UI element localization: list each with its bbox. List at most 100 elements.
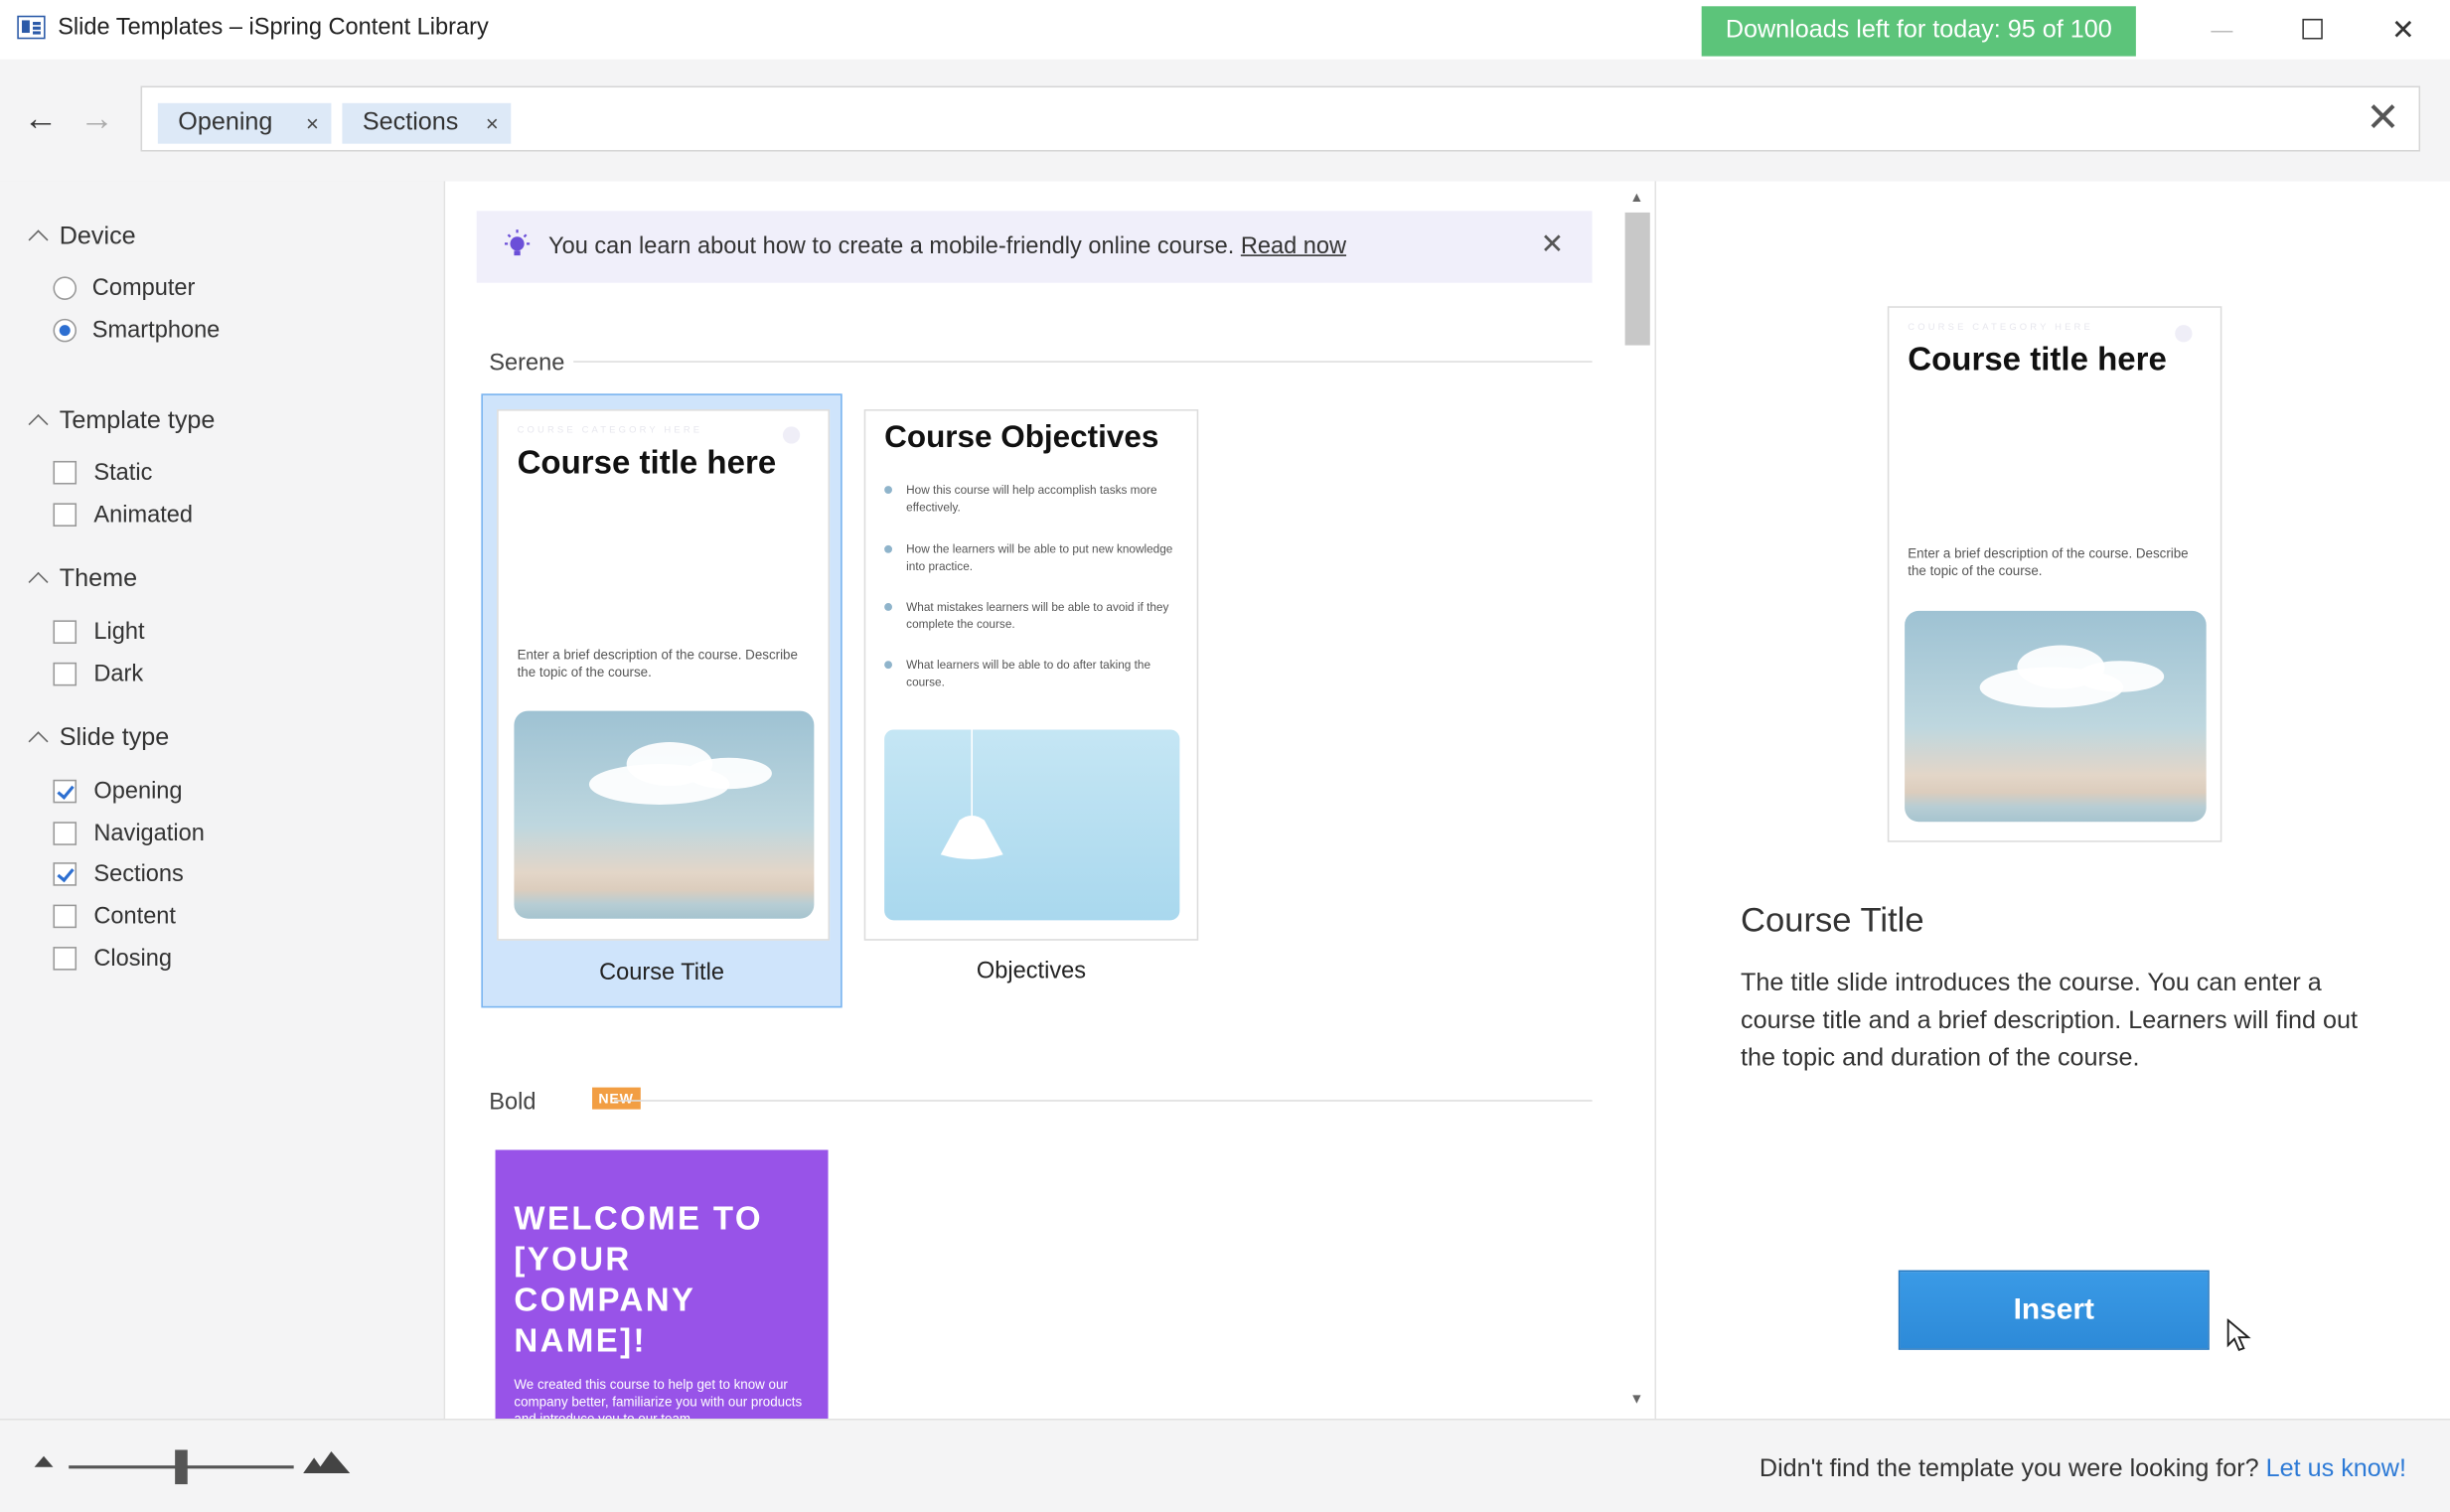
new-badge: NEW bbox=[592, 1087, 641, 1110]
info-banner: You can learn about how to create a mobi… bbox=[476, 211, 1593, 283]
checkbox-icon bbox=[53, 821, 77, 845]
option-label: Computer bbox=[91, 274, 196, 302]
minimize-icon: — bbox=[2211, 17, 2233, 43]
chevron-up-icon bbox=[28, 731, 49, 752]
thumb-bullet: How this course will help accomplish tas… bbox=[884, 481, 1181, 516]
mouse-cursor-icon bbox=[2226, 1318, 2251, 1351]
filter-section-template-type[interactable]: Template type bbox=[28, 407, 216, 435]
insert-label: Insert bbox=[2013, 1293, 2095, 1327]
preview-pane: COURSE CATEGORY HERE Course title here E… bbox=[1656, 181, 2450, 1420]
template-name: Objectives bbox=[976, 958, 1087, 984]
close-button[interactable]: ✕ bbox=[2368, 5, 2439, 55]
close-icon: ✕ bbox=[2390, 13, 2415, 45]
checkbox-static[interactable]: Static bbox=[53, 458, 152, 489]
radio-selected-icon bbox=[53, 318, 77, 342]
zoom-in-icon[interactable] bbox=[303, 1451, 351, 1474]
template-card-objectives[interactable]: Course Objectives How this course will h… bbox=[863, 393, 1199, 1007]
thumb-sky-image bbox=[514, 710, 815, 919]
let-us-know-link[interactable]: Let us know! bbox=[2266, 1456, 2406, 1483]
checkbox-closing[interactable]: Closing bbox=[53, 944, 172, 975]
checkbox-checked-icon bbox=[53, 779, 77, 803]
thumb-title: Course Objectives bbox=[884, 420, 1159, 455]
template-card-welcome[interactable]: WELCOME TO [YOUR COMPANY NAME]! We creat… bbox=[495, 1149, 829, 1420]
template-card-course-title[interactable]: COURSE CATEGORY HERE Course title here E… bbox=[481, 393, 842, 1008]
preview-description: The title slide introduces the course. Y… bbox=[1740, 970, 2359, 1072]
filter-section-slide-type[interactable]: Slide type bbox=[28, 725, 169, 753]
template-thumbnail: COURSE CATEGORY HERE Course title here E… bbox=[497, 409, 831, 941]
thumb-bullet: What mistakes learners will be able to a… bbox=[884, 598, 1181, 633]
checkbox-icon bbox=[53, 619, 77, 644]
thumb-bullet: How the learners will be able to put new… bbox=[884, 540, 1181, 575]
section-title: Template type bbox=[59, 407, 216, 435]
checkbox-icon bbox=[53, 662, 77, 685]
thumb-description: Enter a brief description of the course.… bbox=[1908, 544, 2189, 578]
section-title: Theme bbox=[59, 565, 138, 593]
forward-button[interactable]: → bbox=[79, 98, 114, 138]
option-label: Smartphone bbox=[91, 317, 221, 344]
filter-section-theme[interactable]: Theme bbox=[28, 565, 138, 593]
footer-message: Didn't find the template you were lookin… bbox=[1760, 1456, 2406, 1484]
scroll-down-icon[interactable]: ▼ bbox=[1629, 1391, 1643, 1407]
footer-bar: Didn't find the template you were lookin… bbox=[0, 1419, 2450, 1512]
read-now-link[interactable]: Read now bbox=[1241, 232, 1346, 259]
chip-label: Opening bbox=[178, 109, 273, 136]
minimize-button[interactable]: — bbox=[2186, 5, 2257, 55]
chip-remove-icon[interactable]: × bbox=[306, 103, 319, 144]
thumb-lamp-image bbox=[884, 729, 1180, 921]
lightbulb-icon bbox=[504, 229, 531, 256]
app-icon bbox=[17, 15, 46, 40]
checkbox-icon bbox=[53, 460, 77, 484]
gallery-scrollbar[interactable]: ▲ ▼ bbox=[1619, 181, 1655, 1420]
search-input[interactable]: Opening × Sections × ✕ bbox=[140, 85, 2421, 152]
filter-section-device[interactable]: Device bbox=[28, 223, 136, 251]
option-label: Animated bbox=[93, 501, 194, 529]
radio-computer[interactable]: Computer bbox=[53, 273, 195, 304]
maximize-button[interactable]: ☐ bbox=[2276, 5, 2348, 55]
checkbox-dark[interactable]: Dark bbox=[53, 660, 143, 690]
banner-text: You can learn about how to create a mobi… bbox=[548, 232, 1346, 259]
preview-title: Course Title bbox=[1740, 899, 1924, 940]
thumb-description: We created this course to help get to kn… bbox=[514, 1376, 803, 1420]
option-label: Light bbox=[93, 618, 145, 646]
thumb-title: Course title here bbox=[517, 445, 777, 482]
banner-message: You can learn about how to create a mobi… bbox=[548, 232, 1235, 260]
section-title: Device bbox=[59, 223, 136, 250]
insert-button[interactable]: Insert bbox=[1898, 1270, 2251, 1351]
zoom-slider-handle[interactable] bbox=[175, 1449, 188, 1485]
checkbox-content[interactable]: Content bbox=[53, 901, 176, 932]
checkbox-opening[interactable]: Opening bbox=[53, 777, 183, 808]
option-label: Content bbox=[93, 903, 177, 930]
app-window: Slide Templates – iSpring Content Librar… bbox=[0, 0, 2450, 1512]
back-button[interactable]: ← bbox=[24, 99, 59, 138]
checkbox-icon bbox=[53, 946, 77, 970]
filter-chip-opening: Opening × bbox=[157, 102, 332, 144]
template-gallery: You can learn about how to create a mobi… bbox=[445, 181, 1655, 1420]
checkbox-light[interactable]: Light bbox=[53, 617, 145, 648]
checkbox-sections[interactable]: Sections bbox=[53, 859, 184, 890]
group-label-serene: Serene bbox=[489, 350, 565, 378]
group-divider bbox=[614, 1100, 1593, 1102]
arrow-right-icon: → bbox=[79, 98, 114, 138]
group-name: Bold bbox=[489, 1089, 536, 1116]
option-label: Navigation bbox=[93, 820, 205, 847]
thumb-dot bbox=[2175, 325, 2193, 343]
clear-search-icon[interactable]: ✕ bbox=[2366, 97, 2399, 138]
thumb-category: COURSE CATEGORY HERE bbox=[1908, 323, 2093, 333]
filter-chip-sections: Sections × bbox=[342, 102, 512, 144]
scroll-up-icon[interactable]: ▲ bbox=[1629, 189, 1643, 205]
chevron-up-icon bbox=[28, 413, 49, 434]
checkbox-navigation[interactable]: Navigation bbox=[53, 819, 205, 849]
template-thumbnail: Course Objectives How this course will h… bbox=[863, 409, 1199, 941]
option-label: Static bbox=[93, 459, 153, 487]
thumb-dot bbox=[782, 426, 801, 444]
thumb-title: Course title here bbox=[1908, 342, 2167, 378]
banner-close-icon[interactable]: ✕ bbox=[1541, 228, 1565, 261]
scroll-thumb[interactable] bbox=[1624, 212, 1650, 346]
footer-text: Didn't find the template you were lookin… bbox=[1759, 1455, 2259, 1483]
window-content: Slide Templates – iSpring Content Librar… bbox=[0, 0, 2450, 1512]
checkbox-animated[interactable]: Animated bbox=[53, 500, 193, 530]
radio-smartphone[interactable]: Smartphone bbox=[53, 316, 220, 347]
group-label-bold: Bold NEW bbox=[489, 1087, 641, 1116]
chip-remove-icon[interactable]: × bbox=[486, 103, 499, 144]
zoom-out-icon[interactable] bbox=[34, 1455, 54, 1467]
